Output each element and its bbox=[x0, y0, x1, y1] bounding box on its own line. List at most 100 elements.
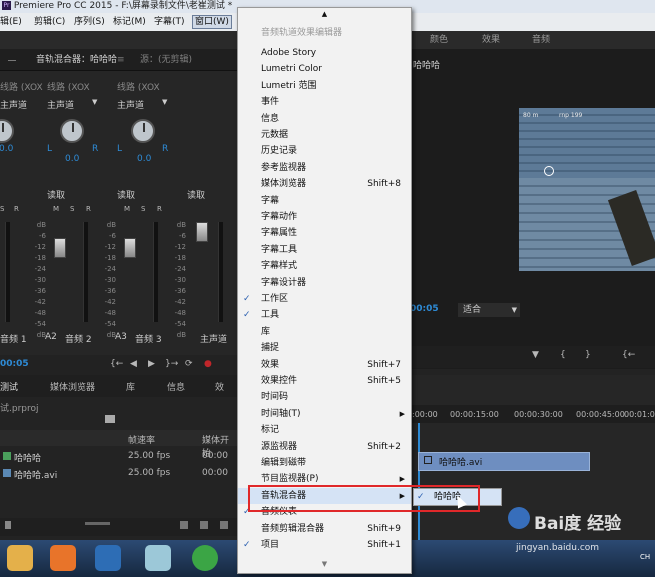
menu-item[interactable]: Adobe Story bbox=[238, 45, 411, 61]
tab-audio-track-mixer[interactable]: 音轨混合器：哈哈哈 bbox=[36, 49, 117, 71]
menu-item[interactable]: 效果控件 Shift+5 bbox=[238, 373, 411, 389]
menu-item[interactable]: 音频剪辑混合器 Shift+9 bbox=[238, 521, 411, 537]
menu-item[interactable]: 字幕属性 bbox=[238, 225, 411, 241]
folder-icon[interactable] bbox=[7, 545, 33, 571]
menu-item[interactable]: 效果 Shift+7 bbox=[238, 357, 411, 373]
menu-item[interactable]: 字幕动作 bbox=[238, 209, 411, 225]
tab-effects[interactable]: 效 bbox=[215, 380, 224, 393]
loop-icon[interactable]: ⟳ bbox=[185, 359, 193, 369]
menu-item[interactable]: 时间轴(T) ▶ bbox=[238, 406, 411, 422]
app-icon[interactable] bbox=[95, 545, 121, 571]
folder-icon[interactable] bbox=[105, 415, 115, 423]
menu-sequence[interactable]: 序列(S) bbox=[74, 13, 105, 31]
mute-button[interactable]: M bbox=[53, 205, 59, 213]
new-bin-icon[interactable] bbox=[180, 521, 188, 529]
volume-fader[interactable] bbox=[196, 222, 208, 242]
tab-source-monitor[interactable]: 源：(无剪辑) bbox=[140, 49, 192, 71]
menu-item[interactable]: 参考监视器 bbox=[238, 160, 411, 176]
scroll-up-arrow[interactable]: ▲ bbox=[238, 10, 411, 20]
menu-item[interactable]: 捕捉 bbox=[238, 340, 411, 356]
go-to-in-icon[interactable]: {← bbox=[622, 350, 635, 360]
program-timecode[interactable]: 00:05 bbox=[410, 304, 439, 314]
menu-item[interactable]: 库 bbox=[238, 324, 411, 340]
menu-item[interactable]: ✓ 工具 bbox=[238, 307, 411, 323]
lock-icon[interactable] bbox=[5, 521, 11, 529]
solo-button[interactable]: S bbox=[141, 205, 145, 213]
zoom-slider[interactable] bbox=[85, 522, 110, 525]
menu-edit[interactable]: 辑(E) bbox=[0, 13, 22, 31]
menu-item[interactable]: Lumetri Color bbox=[238, 61, 411, 77]
menu-item[interactable]: 字幕工具 bbox=[238, 242, 411, 258]
pan-value[interactable]: 0.0 bbox=[137, 154, 151, 164]
delete-icon[interactable] bbox=[220, 521, 228, 529]
solo-button[interactable]: S bbox=[0, 205, 4, 213]
scroll-down-arrow[interactable]: ▼ bbox=[238, 560, 411, 570]
track-output-dropdown[interactable]: 主声道 bbox=[0, 98, 27, 111]
step-back-icon[interactable]: ◀ bbox=[130, 359, 137, 369]
media-player-icon[interactable] bbox=[50, 545, 76, 571]
record-button[interactable]: R bbox=[14, 205, 19, 213]
menu-item[interactable]: 历史记录 bbox=[238, 143, 411, 159]
pan-knob[interactable] bbox=[60, 119, 84, 143]
menu-item[interactable]: ✓ 项目 Shift+1 bbox=[238, 537, 411, 553]
pan-value[interactable]: 0.0 bbox=[65, 154, 79, 164]
menu-item[interactable]: 事件 bbox=[238, 94, 411, 110]
menu-item[interactable]: 编辑到磁带 bbox=[238, 455, 411, 471]
menu-item[interactable]: 源监视器 Shift+2 bbox=[238, 439, 411, 455]
panel-menu-icon[interactable] bbox=[8, 60, 16, 61]
menu-item[interactable]: Lumetri 范围 bbox=[238, 78, 411, 94]
volume-fader[interactable] bbox=[124, 238, 136, 258]
workspace-tab-audio[interactable]: 音频 bbox=[532, 31, 550, 49]
new-item-icon[interactable] bbox=[200, 521, 208, 529]
list-item[interactable]: 哈哈哈.avi 25.00 fps 00:00 bbox=[0, 466, 237, 482]
mixer-timecode[interactable]: 00:05 bbox=[0, 359, 29, 369]
tab-info[interactable]: 信息 bbox=[167, 380, 185, 393]
playhead[interactable] bbox=[418, 423, 420, 540]
chevron-down-icon[interactable]: ▼ bbox=[92, 98, 97, 106]
menu-item[interactable]: 字幕设计器 bbox=[238, 275, 411, 291]
workspace-tab-color[interactable]: 颜色 bbox=[430, 31, 448, 49]
menu-item[interactable]: 字幕 bbox=[238, 193, 411, 209]
menu-item[interactable]: 标记 bbox=[238, 422, 411, 438]
menu-marker[interactable]: 标记(M) bbox=[113, 13, 146, 31]
program-tab-label[interactable]: 哈哈哈 bbox=[413, 58, 440, 71]
menu-item[interactable]: 时间码 bbox=[238, 389, 411, 405]
record-button[interactable]: R bbox=[86, 205, 91, 213]
mute-button[interactable]: M bbox=[124, 205, 130, 213]
menu-window[interactable]: 窗口(W) bbox=[192, 15, 232, 29]
channel-input-label[interactable]: 线路 (XOX bbox=[0, 80, 43, 93]
add-marker-icon[interactable]: ▼ bbox=[532, 350, 539, 360]
menu-item[interactable]: 字幕样式 bbox=[238, 258, 411, 274]
play-icon[interactable]: ▶ bbox=[148, 359, 155, 369]
automation-mode-dropdown[interactable]: 读取 bbox=[47, 188, 65, 201]
app-icon[interactable] bbox=[145, 545, 171, 571]
tab-media-browser[interactable]: 媒体浏览器 bbox=[50, 380, 95, 393]
video-clip[interactable]: 哈哈哈.avi bbox=[418, 452, 590, 471]
time-ruler[interactable]: :00:00 00:00:15:00 00:00:30:00 00:00:45:… bbox=[410, 405, 655, 423]
menu-clip[interactable]: 剪辑(C) bbox=[34, 13, 65, 31]
record-icon[interactable]: ● bbox=[204, 359, 212, 369]
track-output-dropdown[interactable]: 主声道 bbox=[117, 98, 144, 111]
tab-menu-icon[interactable]: ≡ bbox=[117, 49, 125, 71]
chevron-down-icon[interactable]: ▼ bbox=[162, 98, 167, 106]
mark-in-icon[interactable]: { bbox=[560, 350, 566, 360]
record-button[interactable]: R bbox=[157, 205, 162, 213]
pan-knob[interactable] bbox=[0, 119, 14, 143]
mark-out-icon[interactable]: } bbox=[585, 350, 591, 360]
tab-project[interactable]: 测试 bbox=[0, 380, 18, 393]
zoom-fit-dropdown[interactable]: 适合 ▼ bbox=[458, 303, 520, 317]
track-output-dropdown[interactable]: 主声道 bbox=[47, 98, 74, 111]
workspace-tab-effects[interactable]: 效果 bbox=[482, 31, 500, 49]
automation-mode-dropdown[interactable]: 读取 bbox=[117, 188, 135, 201]
menu-title[interactable]: 字幕(T) bbox=[154, 13, 185, 31]
list-item[interactable]: 哈哈哈 25.00 fps 00:00 bbox=[0, 449, 237, 465]
channel-input-label[interactable]: 线路 (XOX bbox=[117, 80, 160, 93]
tab-libraries[interactable]: 库 bbox=[126, 380, 135, 393]
pan-value[interactable]: 0.0 bbox=[0, 144, 13, 154]
pan-knob[interactable] bbox=[131, 119, 155, 143]
menu-item[interactable]: 信息 bbox=[238, 111, 411, 127]
solo-button[interactable]: S bbox=[70, 205, 74, 213]
volume-fader[interactable] bbox=[54, 238, 66, 258]
go-to-out-icon[interactable]: }→ bbox=[165, 359, 178, 369]
browser-icon[interactable] bbox=[192, 545, 218, 571]
